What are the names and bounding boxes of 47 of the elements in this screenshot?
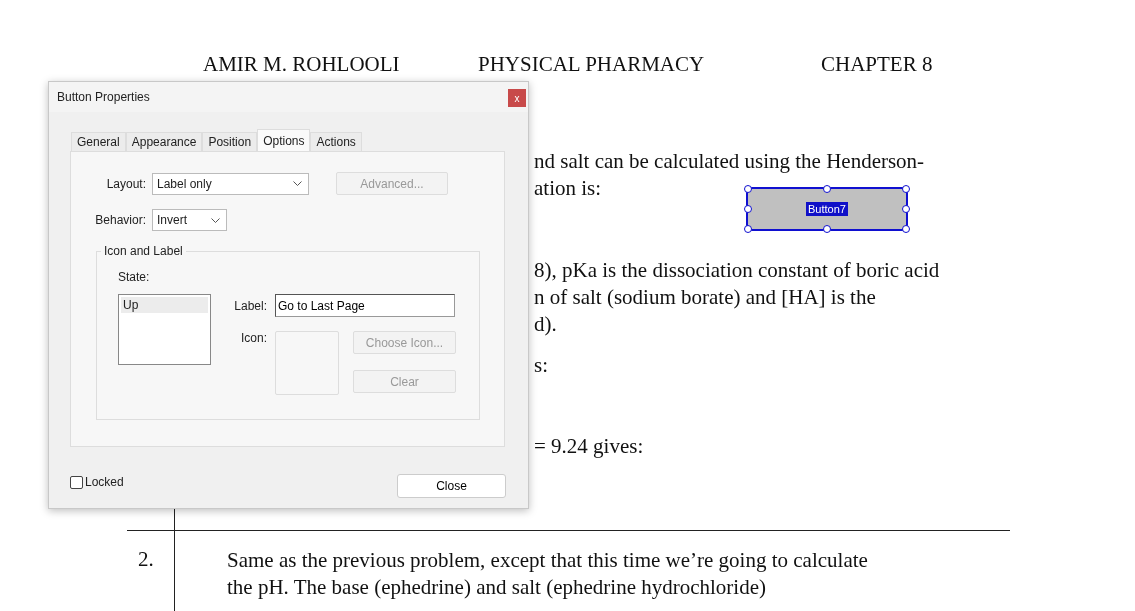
field-label: Icon: [240,331,267,345]
resize-handle[interactable] [902,225,910,233]
body-text: nd salt can be calculated using the Henderson- [534,149,925,173]
checkbox-label[interactable]: Locked [85,475,124,489]
tab[interactable]: Appearance [125,132,203,151]
icon-preview [275,331,339,395]
resize-handle[interactable] [744,205,752,213]
field-label: Layout: [105,176,146,191]
resize-handle[interactable] [823,225,831,233]
state-list[interactable]: Up [118,294,211,365]
tab[interactable]: Actions [310,132,362,151]
body-text: 8), pKa is the dissociation constant of boric acid [534,258,940,282]
close-button[interactable]: x [508,89,526,107]
group-title: Icon and Label [103,244,184,258]
body-text: ation is: [534,176,602,200]
close-button[interactable]: Close [397,474,506,498]
chevron-icon [211,217,220,223]
chevron-icon [293,181,302,186]
window-title: Button Properties [57,90,150,104]
resize-handle[interactable] [744,185,752,193]
behavior-dropdown[interactable]: Invert [152,209,227,231]
label-field[interactable]: Go to Last Page [275,294,455,317]
body-text: the pH. The base (ephedrine) and salt (ephedrine hydrochloride) [227,574,767,601]
item-number: 2. [138,547,155,573]
resize-handle[interactable] [823,185,831,193]
resize-handle[interactable] [902,205,910,213]
body-text: n of salt (sodium borate) and [HA] is the [534,285,876,309]
list-item[interactable]: Up [121,297,208,313]
body-text: = 9.24 gives: [534,434,644,458]
tab[interactable]: Position [202,132,258,151]
resize-handle[interactable] [744,225,752,233]
field-label: Label: [233,298,267,313]
body-text: Same as the previous problem, except that this time we’re going to calculate [227,547,868,574]
checkbox[interactable] [70,475,83,489]
tab[interactable]: General [71,132,126,151]
form-button-field[interactable]: Button7 [746,187,908,231]
tab[interactable]: Options [257,129,311,151]
body-text: d). [534,312,557,336]
page-header: AMIR M. ROHLOOLI [203,52,400,77]
field-label: Behavior: [94,213,146,227]
page-header: PHYSICAL PHARMACY [478,52,705,77]
body-text: s: [534,353,548,377]
field-name: Button7 [806,202,848,216]
page-header: CHAPTER 8 [821,52,933,77]
layout-dropdown[interactable]: Label only [152,172,309,195]
resize-handle[interactable] [902,185,910,193]
field-label: State: [118,270,150,284]
